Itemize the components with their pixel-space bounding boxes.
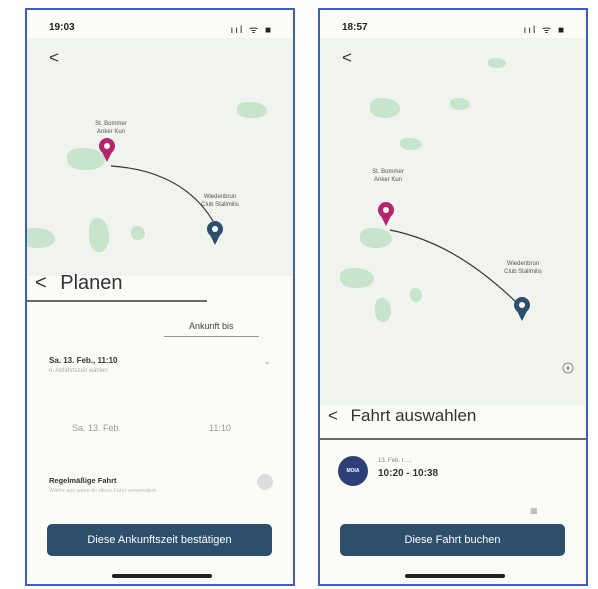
route-svg	[99, 138, 223, 245]
book-ride-button[interactable]: Diese Fahrt buchen	[340, 524, 565, 556]
phone-screen-plan: 19:03 ııl ᯤ ■ St. Bommer Anker Kun Wieden…	[25, 8, 295, 586]
sheet-title-text: Fahrt auswahlen	[350, 406, 477, 425]
title-underline	[27, 300, 207, 302]
tab-indicator	[164, 336, 259, 337]
recurring-hint: Wähle aus wann du diese Fahrt verwendest	[49, 488, 157, 494]
picker-time[interactable]: 11:10	[209, 423, 231, 433]
back-button[interactable]: <	[342, 48, 352, 68]
sheet-back-chevron-icon[interactable]: <	[35, 272, 47, 294]
ride-date: 13. Feb. r. ...	[378, 458, 412, 464]
ride-time[interactable]: 10:20 - 10:38	[378, 468, 438, 479]
origin-label: St. Bommer Anker Kun	[372, 169, 404, 183]
home-indicator	[405, 574, 505, 578]
title-underline	[320, 438, 586, 440]
origin-pin-icon	[99, 138, 115, 162]
sheet-title: < Fahrt auswahlen	[328, 406, 476, 426]
recurring-toggle[interactable]	[257, 474, 273, 490]
selected-date-hint: n. Abfahrtszeit wählen	[49, 368, 108, 374]
tab-arrival[interactable]: Ankunft bis	[189, 321, 234, 331]
status-time: 18:57	[342, 22, 368, 33]
status-bar: 18:57 ııl ᯤ ■	[320, 22, 586, 36]
sheet-title-text: Planen	[60, 272, 123, 294]
status-system-icons: ııl ᯤ ■	[230, 25, 273, 36]
destination-label: Wiedenbrun Club Stallmilis	[201, 194, 239, 208]
destination-pin-icon	[514, 297, 530, 321]
picker-day[interactable]: Sa. 13. Feb.	[72, 423, 121, 433]
status-bar: 19:03 ııl ᯤ ■	[27, 22, 293, 36]
provider-logo: MOIA	[338, 456, 368, 486]
destination-label: Wiedenbrun Club Stallmilis	[504, 261, 542, 275]
status-time: 19:03	[49, 22, 75, 33]
origin-label: St. Bommer Anker Kun	[95, 121, 127, 135]
origin-pin-icon	[378, 202, 394, 226]
back-button[interactable]: <	[49, 48, 59, 68]
phone-screen-select: 18:57 ııl ᯤ ■ St. Bommer Anker Kun Wiede…	[318, 8, 588, 586]
map-view[interactable]: St. Bommer Anker Kun Wiedenbrun Club Stall…	[27, 38, 293, 276]
selected-date[interactable]: Sa. 13. Feb., 11:10	[49, 356, 117, 365]
home-indicator	[112, 574, 212, 578]
route-svg	[378, 202, 574, 374]
confirm-arrival-button[interactable]: Diese Ankunftszeit bestätigen	[47, 524, 272, 556]
sheet-back-chevron-icon[interactable]: <	[328, 406, 338, 425]
map-view[interactable]: St. Bommer Anker Kun Wiedenbrun Club Stall…	[320, 38, 586, 406]
recurring-label: Regelmäßige Fahrt	[49, 476, 117, 485]
destination-pin-icon	[207, 221, 223, 245]
seats-icon: ▦	[530, 506, 538, 515]
status-system-icons: ııl ᯤ ■	[523, 25, 566, 36]
date-chevron-icon[interactable]: ⌄	[263, 356, 271, 367]
sheet-title: < Planen	[35, 272, 123, 295]
